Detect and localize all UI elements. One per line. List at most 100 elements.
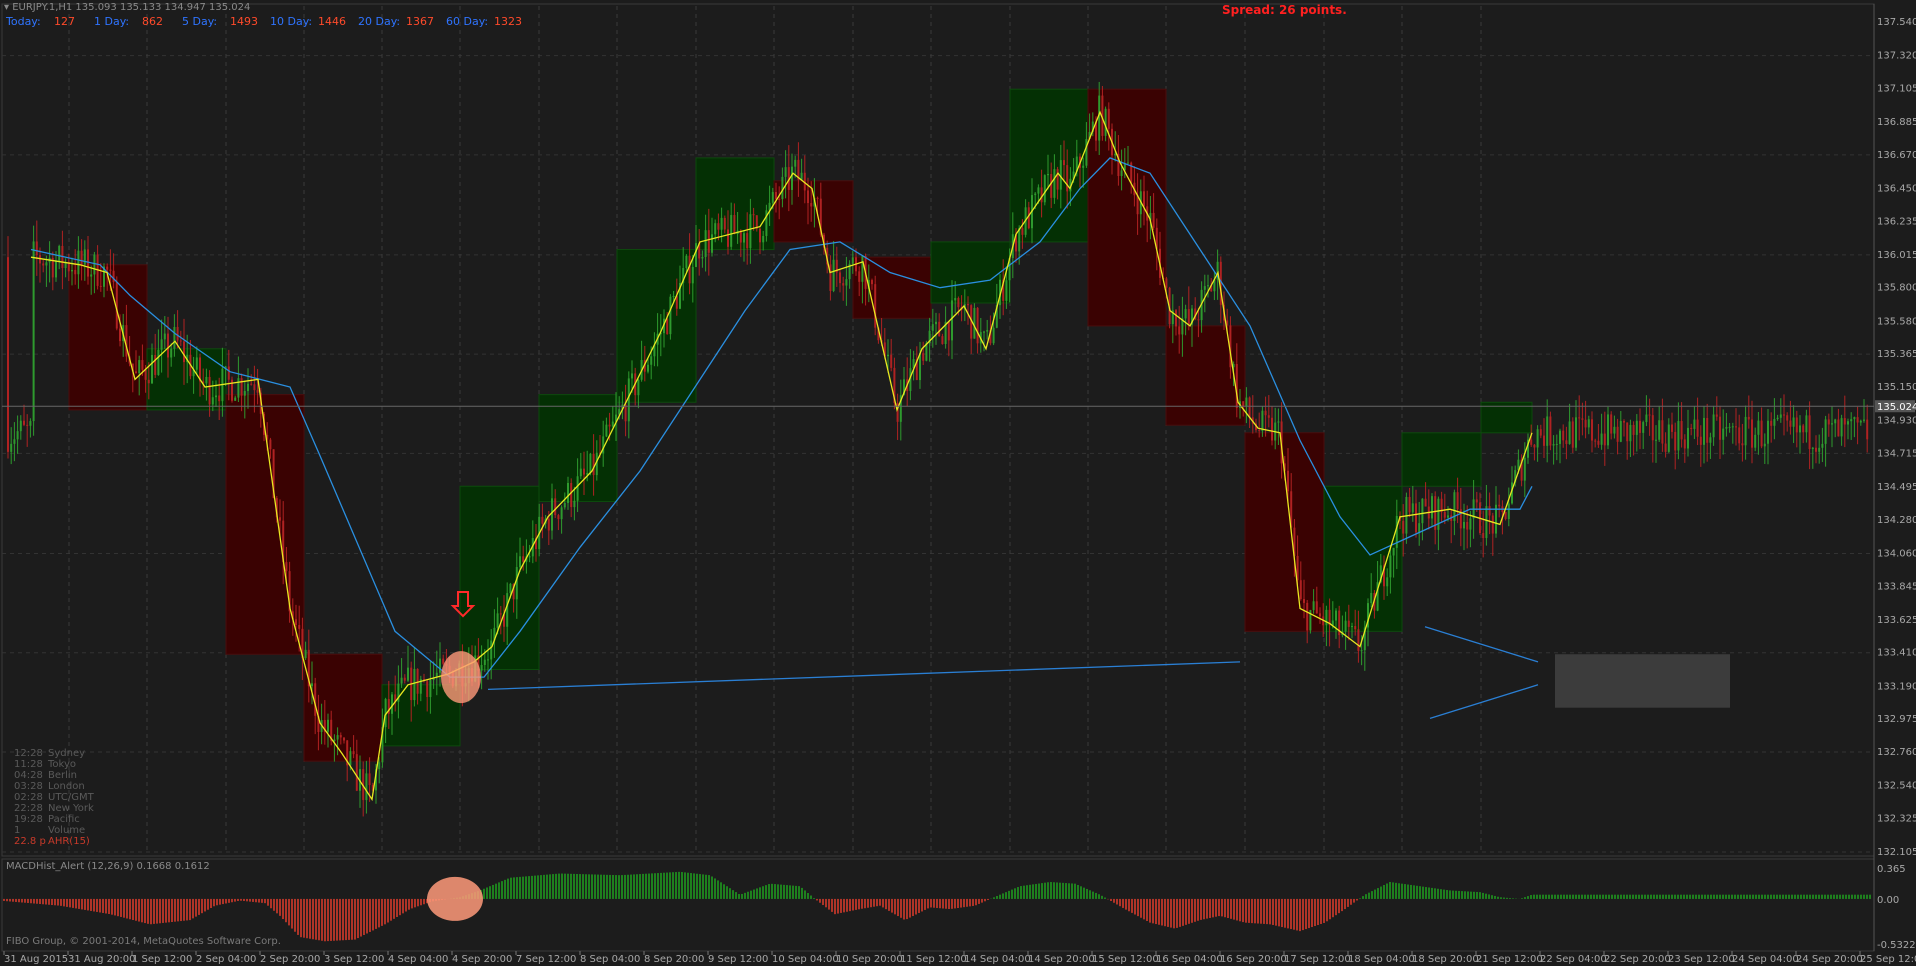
candle-up-body — [931, 324, 934, 331]
candle-down-body — [1715, 414, 1718, 417]
candle-down-body — [752, 214, 755, 216]
candle-down-body — [269, 439, 272, 450]
candle-up-body — [1277, 421, 1280, 423]
candle-down-body — [1651, 415, 1654, 441]
candle-down-body — [227, 366, 230, 380]
candle-down-body — [778, 198, 781, 200]
collapse-triangle-icon[interactable]: ▾ — [4, 2, 9, 13]
candle-up-body — [237, 378, 240, 398]
session-time: 03:28 — [14, 781, 43, 792]
candle-down-body — [343, 737, 345, 741]
candle-down-body — [1632, 424, 1635, 435]
candle-up-body — [215, 395, 217, 398]
candle-up-body — [365, 773, 368, 801]
candle-down-body — [707, 230, 710, 253]
candle-up-body — [631, 373, 633, 379]
candle-down-body — [1530, 439, 1533, 445]
candle-down-body — [739, 230, 742, 243]
range-label: Today: — [6, 15, 41, 28]
range-value: 1446 — [318, 15, 346, 28]
candle-down-body — [522, 556, 525, 562]
candle-down-body — [1287, 470, 1289, 492]
candle-down-body — [1187, 309, 1190, 325]
candle-down-body — [1808, 415, 1811, 450]
candle-up-body — [1507, 503, 1510, 520]
candle-down-body — [1591, 419, 1593, 441]
candle-up-body — [1463, 521, 1465, 529]
candle-down-body — [608, 424, 611, 427]
candle-up-body — [1203, 286, 1206, 290]
candle-down-body — [1719, 416, 1721, 440]
current-price-label: 135.024 — [1877, 402, 1916, 413]
candle-down-body — [141, 360, 144, 370]
price-tick-label: 136.885 — [1877, 117, 1916, 128]
candle-down-body — [1837, 419, 1840, 437]
candle-up-body — [695, 243, 697, 267]
candle-down-body — [547, 518, 550, 531]
candle-down-body — [1271, 417, 1273, 441]
candle-up-body — [1776, 417, 1779, 420]
candle-up-body — [611, 421, 614, 427]
candle-up-body — [205, 376, 208, 384]
price-tick-label: 136.015 — [1877, 250, 1916, 261]
candle-up-body — [954, 298, 957, 301]
candle-up-body — [1437, 498, 1440, 530]
candle-down-body — [1475, 499, 1478, 503]
candle-down-body — [298, 625, 301, 629]
candle-down-body — [1802, 425, 1805, 433]
candle-up-body — [794, 159, 797, 167]
candle-down-body — [1443, 512, 1446, 518]
session-time: 04:28 — [14, 770, 43, 781]
session-name: London — [48, 781, 85, 792]
price-tick-label: 133.625 — [1877, 615, 1916, 626]
candle-up-body — [1568, 421, 1571, 444]
candle-up-body — [1824, 419, 1827, 444]
time-tick-label: 31 Aug 20:00 — [68, 954, 135, 965]
candle-up-body — [1120, 170, 1123, 176]
candle-up-body — [704, 230, 707, 258]
candle-down-body — [1539, 429, 1542, 436]
candle-down-body — [1578, 417, 1581, 419]
candle-up-body — [1831, 423, 1833, 425]
candle-up-body — [1047, 174, 1049, 176]
price-chart[interactable]: 137.540 137.320 137.105 136.885 136.670 136.4… — [0, 0, 1916, 966]
candle-up-body — [1607, 414, 1609, 446]
candle-up-body — [1386, 577, 1389, 587]
candle-down-body — [976, 307, 979, 344]
candle-down-body — [1258, 430, 1261, 432]
macd-tick-label: 0.365 — [1877, 864, 1906, 875]
candle-down-body — [1616, 426, 1619, 442]
time-tick-label: 7 Sep 12:00 — [516, 954, 576, 965]
candle-up-body — [1098, 95, 1101, 141]
candle-down-body — [1040, 187, 1043, 203]
candle-up-body — [528, 556, 531, 558]
candle-down-body — [147, 379, 150, 384]
time-tick-label: 23 Sep 12:00 — [1668, 954, 1735, 965]
daily-bull-box — [459, 485, 540, 671]
session-name: Tokyo — [48, 759, 76, 770]
session-name: AHR(15) — [48, 836, 90, 847]
candle-down-body — [218, 395, 221, 402]
candle-down-body — [1197, 319, 1200, 321]
candle-up-body — [163, 333, 166, 340]
candle-up-body — [1744, 416, 1747, 446]
time-tick-label: 24 Sep 04:00 — [1732, 954, 1799, 965]
candle-up-body — [378, 762, 381, 770]
candle-up-body — [560, 507, 563, 520]
macd-highlight-circle — [427, 876, 483, 921]
candle-down-body — [1699, 436, 1702, 445]
candle-up-body — [743, 233, 745, 243]
candle-up-body — [1709, 437, 1712, 443]
candle-up-body — [1613, 426, 1616, 434]
candle-up-body — [1722, 428, 1725, 440]
candle-up-body — [672, 296, 675, 298]
candle-down-body — [1303, 599, 1305, 603]
candle-up-body — [496, 613, 499, 628]
candle-up-body — [1821, 443, 1824, 448]
candle-up-body — [13, 439, 16, 444]
candle-down-body — [775, 192, 777, 199]
candle-up-body — [311, 683, 313, 687]
candle-up-body — [304, 649, 307, 659]
candle-down-body — [403, 677, 406, 681]
candle-down-body — [947, 321, 950, 341]
